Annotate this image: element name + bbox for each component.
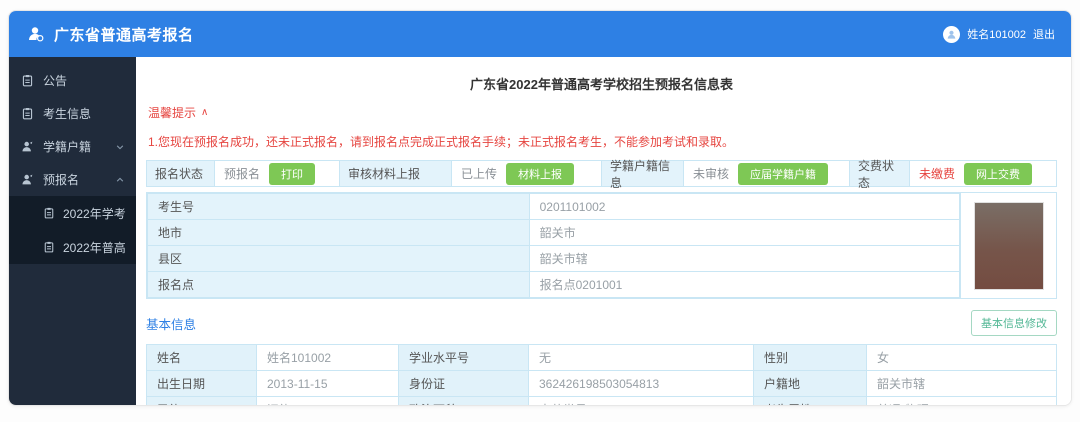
- avatar: [943, 25, 961, 43]
- table-row: 民族 汉族 政治面貌 中共党员 考生属性 普通(物理): [146, 396, 1057, 405]
- row-label: 报名点: [147, 271, 530, 298]
- cell-value: 姓名101002: [256, 344, 399, 371]
- tips-label: 温馨提示: [148, 106, 197, 120]
- cell-value: 韶关市辖: [866, 370, 1057, 397]
- cell-label: 考生属性: [753, 396, 867, 405]
- cell-label: 性别: [753, 344, 867, 371]
- status-label: 审核材料上报: [340, 161, 452, 186]
- cell-value: 普通(物理): [866, 396, 1057, 405]
- sidebar-item-label: 公告: [43, 74, 68, 88]
- clipboard-icon: [21, 107, 34, 120]
- user-edit-icon: [27, 25, 45, 43]
- sidebar-subitem-2022-pugao[interactable]: 2022年普高: [9, 230, 136, 264]
- section-title-basic-info: 基本信息: [146, 317, 197, 332]
- chevron-up-icon: [116, 173, 124, 187]
- row-value: 0201101002: [528, 193, 961, 220]
- status-label: 交费状态: [850, 159, 910, 190]
- registration-table: 考生号 0201101002 地市 韶关市 县区 韶关市辖 报名点 报名点020…: [147, 193, 961, 298]
- status-cell-registration: 预报名 打印: [215, 161, 340, 186]
- status-cell-hukou: 未审核 应届学籍户籍: [684, 161, 850, 186]
- candidate-photo: [973, 201, 1044, 290]
- status-value: 已上传: [461, 167, 498, 181]
- table-row: 姓名 姓名101002 学业水平号 无 性别 女: [146, 344, 1057, 371]
- preregistration-submenu: 2022年学考 2022年普高: [9, 196, 136, 264]
- sidebar-subitem-label: 2022年普高: [63, 240, 126, 255]
- hukou-records-button[interactable]: 应届学籍户籍: [738, 162, 829, 185]
- cell-value: 汉族: [256, 396, 399, 405]
- basic-info-table: 姓名 姓名101002 学业水平号 无 性别 女 出生日期 2013-11-15…: [146, 344, 1057, 405]
- table-row: 报名点 报名点0201001: [147, 271, 961, 298]
- cell-label: 政治面貌: [398, 396, 529, 405]
- upload-materials-button[interactable]: 材料上报: [506, 162, 575, 185]
- sidebar-item-candidate-info[interactable]: 考生信息: [9, 97, 136, 130]
- cell-label: 民族: [146, 396, 257, 405]
- table-row: 考生号 0201101002: [147, 193, 961, 220]
- logout-link[interactable]: 退出: [1033, 26, 1055, 42]
- main-content: 广东省2022年普通高考学校招生预报名信息表 温馨提示 ∧ 1.您现在预报名成功…: [136, 57, 1071, 405]
- cell-value: 中共党员: [528, 396, 754, 405]
- row-value: 报名点0201001: [528, 271, 961, 298]
- row-label: 地市: [147, 219, 530, 246]
- row-value: 韶关市: [528, 219, 961, 246]
- row-label: 考生号: [147, 193, 530, 220]
- row-value: 韶关市辖: [528, 245, 961, 272]
- cell-label: 户籍地: [753, 370, 867, 397]
- status-value: 预报名: [224, 167, 261, 181]
- sidebar-item-label: 预报名: [43, 173, 80, 187]
- clipboard-icon: [21, 74, 34, 87]
- status-label: 学籍户籍信息: [602, 159, 684, 190]
- cell-label: 学业水平号: [398, 344, 529, 371]
- sidebar-item-hukou-records[interactable]: 学籍户籍: [9, 130, 136, 163]
- sidebar-item-announcements[interactable]: 公告: [9, 64, 136, 97]
- clipboard-icon: [43, 207, 55, 219]
- table-row: 出生日期 2013-11-15 身份证 362426198503054813 户…: [146, 370, 1057, 397]
- status-bar: 报名状态 预报名 打印 审核材料上报 已上传 材料上报 学籍户籍信息 未审核 应…: [146, 159, 1057, 190]
- status-value-unpaid: 未缴费: [919, 167, 956, 181]
- sidebar-subitem-label: 2022年学考: [63, 206, 126, 221]
- sidebar-item-label: 学籍户籍: [43, 140, 92, 154]
- app-title: 广东省普通高考报名: [54, 26, 194, 44]
- tips-toggle[interactable]: 温馨提示 ∧: [148, 104, 1057, 121]
- clipboard-icon: [43, 241, 55, 253]
- cell-label: 出生日期: [146, 370, 257, 397]
- sidebar: 公告 考生信息 学籍户籍 预报名 2022年学考 2022年普高: [9, 57, 136, 405]
- status-value: 未审核: [693, 167, 730, 181]
- cell-label: 身份证: [398, 370, 529, 397]
- cell-value: 女: [866, 344, 1057, 371]
- row-label: 县区: [147, 245, 530, 272]
- warning-text: 1.您现在预报名成功，还未正式报名，请到报名点完成正式报名手续；未正式报名考生，…: [148, 135, 735, 149]
- cell-value: 无: [528, 344, 754, 371]
- app-header: 广东省普通高考报名 姓名101002 退出: [9, 11, 1071, 57]
- app-window: 广东省普通高考报名 姓名101002 退出 公告 考生信息 学籍户籍 预报名 2…: [8, 10, 1072, 406]
- chevron-down-icon: [116, 140, 124, 154]
- status-cell-materials: 已上传 材料上报: [452, 161, 602, 186]
- collapse-caret-icon: ∧: [201, 107, 209, 118]
- sidebar-subitem-2022-xuekao[interactable]: 2022年学考: [9, 196, 136, 230]
- cell-value: 362426198503054813: [528, 370, 754, 397]
- person-icon: [21, 173, 34, 186]
- person-icon: [21, 140, 34, 153]
- status-cell-payment: 未缴费 网上交费: [910, 161, 1056, 186]
- cell-label: 姓名: [146, 344, 257, 371]
- user-name: 姓名101002: [967, 29, 1026, 41]
- table-row: 地市 韶关市: [147, 219, 961, 246]
- cell-value: 2013-11-15: [256, 370, 399, 397]
- online-payment-button[interactable]: 网上交费: [964, 162, 1033, 185]
- photo-cell: [960, 193, 1056, 298]
- sidebar-item-label: 考生信息: [43, 107, 92, 121]
- status-label: 报名状态: [147, 161, 215, 186]
- table-row: 县区 韶关市辖: [147, 245, 961, 272]
- sidebar-item-preregistration[interactable]: 预报名: [9, 163, 136, 196]
- print-button[interactable]: 打印: [269, 162, 316, 185]
- edit-basic-info-button[interactable]: 基本信息修改: [971, 310, 1057, 336]
- page-title: 广东省2022年普通高考学校招生预报名信息表: [470, 77, 733, 92]
- registration-info-panel: 考生号 0201101002 地市 韶关市 县区 韶关市辖 报名点 报名点020…: [146, 192, 1057, 299]
